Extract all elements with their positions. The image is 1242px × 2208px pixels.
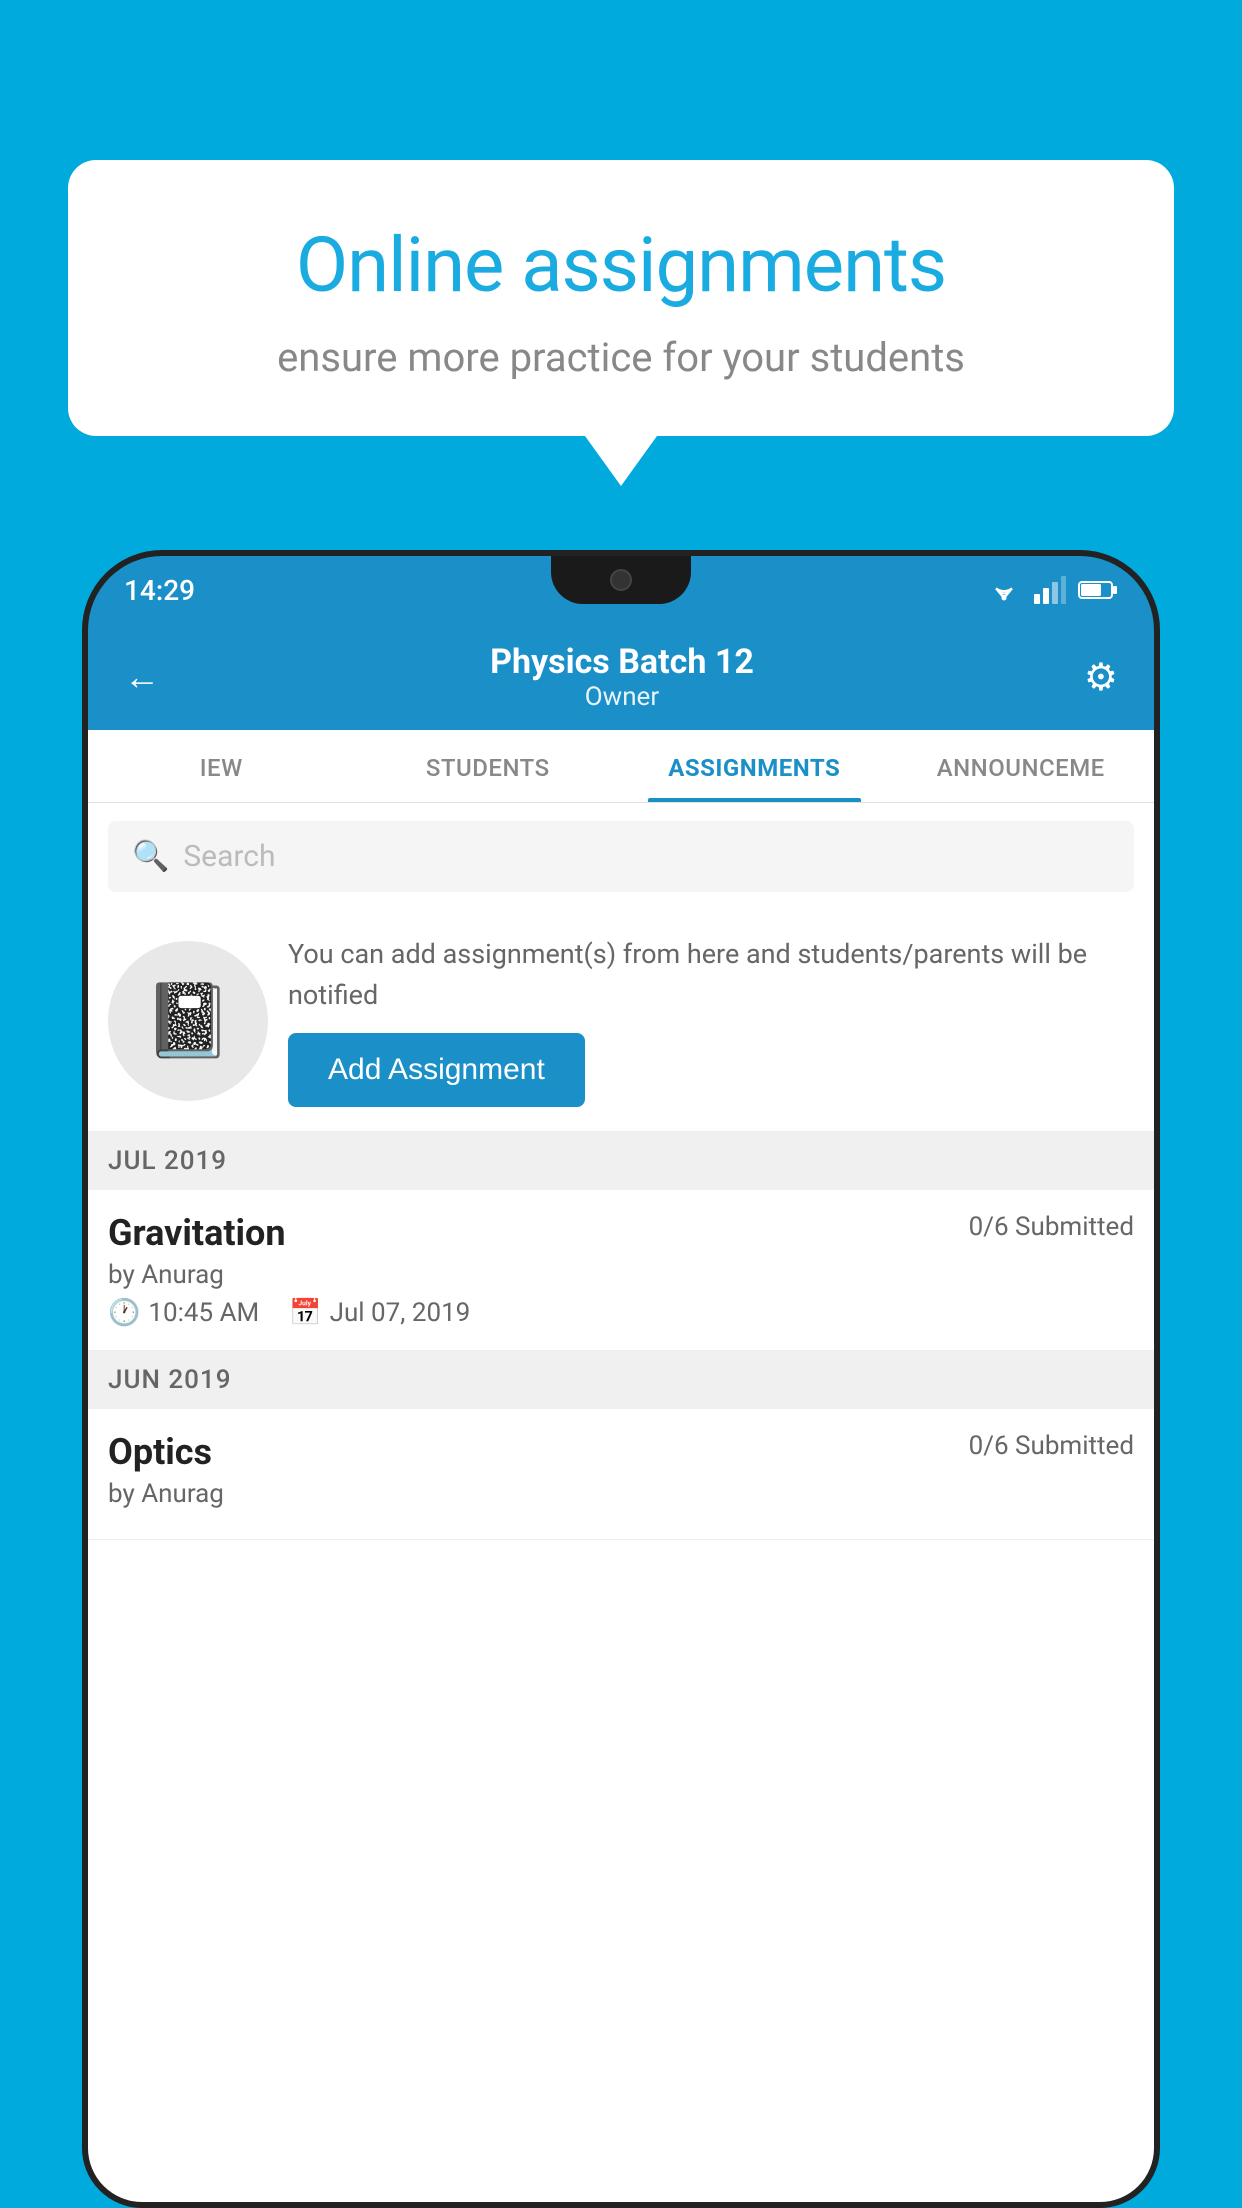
speech-bubble-arrow [585, 436, 657, 486]
assignment-submitted: 0/6 Submitted [969, 1212, 1134, 1242]
calendar-icon: 📅 [289, 1298, 321, 1328]
assignment-time-text: 10:45 AM [148, 1298, 259, 1328]
assignment-row-top-optics: Optics 0/6 Submitted [108, 1431, 1134, 1473]
status-bar: 14:29 [88, 556, 1154, 624]
tab-announcements[interactable]: ANNOUNCEME [888, 730, 1155, 802]
speech-bubble-subtitle: ensure more practice for your students [138, 334, 1104, 381]
assignment-icon-circle: 📓 [108, 941, 268, 1101]
assignment-item-gravitation[interactable]: Gravitation 0/6 Submitted by Anurag 🕐 10… [88, 1190, 1154, 1351]
info-text-area: You can add assignment(s) from here and … [288, 934, 1134, 1107]
section-header-jun: JUN 2019 [88, 1351, 1154, 1409]
settings-button[interactable]: ⚙ [1084, 655, 1118, 700]
search-bar[interactable]: 🔍 Search [108, 821, 1134, 892]
status-time: 14:29 [124, 574, 195, 607]
assignment-date-text: Jul 07, 2019 [330, 1298, 471, 1328]
assignment-by-optics: by Anurag [108, 1479, 1134, 1509]
wifi-icon [986, 576, 1022, 604]
header-title-group: Physics Batch 12 Owner [490, 642, 754, 712]
info-section: 📓 You can add assignment(s) from here an… [88, 910, 1154, 1132]
clock-icon: 🕐 [108, 1298, 140, 1328]
speech-bubble-container: Online assignments ensure more practice … [68, 160, 1174, 486]
search-bar-container: 🔍 Search [88, 803, 1154, 910]
tab-students[interactable]: STUDENTS [355, 730, 622, 802]
speech-bubble: Online assignments ensure more practice … [68, 160, 1174, 436]
add-assignment-button[interactable]: Add Assignment [288, 1033, 585, 1107]
app-header: ← Physics Batch 12 Owner ⚙ [88, 624, 1154, 730]
assignment-name: Gravitation [108, 1212, 286, 1254]
screen-content: 🔍 Search 📓 You can add assignment(s) fro… [88, 803, 1154, 2208]
info-text: You can add assignment(s) from here and … [288, 934, 1134, 1015]
search-icon: 🔍 [132, 839, 169, 874]
assignment-row-top: Gravitation 0/6 Submitted [108, 1212, 1134, 1254]
signal-icon [1034, 576, 1066, 604]
back-button[interactable]: ← [124, 656, 160, 698]
section-header-jul: JUL 2019 [88, 1132, 1154, 1190]
assignment-meta: 🕐 10:45 AM 📅 Jul 07, 2019 [108, 1298, 1134, 1328]
assignment-time: 🕐 10:45 AM [108, 1298, 259, 1328]
search-placeholder: Search [183, 839, 275, 874]
assignment-name-optics: Optics [108, 1431, 212, 1473]
tabs-row: IEW STUDENTS ASSIGNMENTS ANNOUNCEME [88, 730, 1154, 803]
assignment-submitted-optics: 0/6 Submitted [969, 1431, 1134, 1461]
phone-frame: 14:29 [82, 550, 1160, 2208]
assignment-by: by Anurag [108, 1260, 1134, 1290]
phone-notch [551, 556, 691, 604]
tab-overview[interactable]: IEW [88, 730, 355, 802]
notebook-icon: 📓 [143, 978, 233, 1063]
assignment-date: 📅 Jul 07, 2019 [289, 1298, 470, 1328]
battery-icon [1078, 579, 1118, 601]
assignment-item-optics[interactable]: Optics 0/6 Submitted by Anurag [88, 1409, 1154, 1540]
header-subtitle: Owner [490, 682, 754, 712]
speech-bubble-title: Online assignments [138, 220, 1104, 310]
header-title: Physics Batch 12 [490, 642, 754, 682]
tab-assignments[interactable]: ASSIGNMENTS [621, 730, 888, 802]
status-icons [986, 576, 1118, 604]
camera-dot [610, 569, 632, 591]
